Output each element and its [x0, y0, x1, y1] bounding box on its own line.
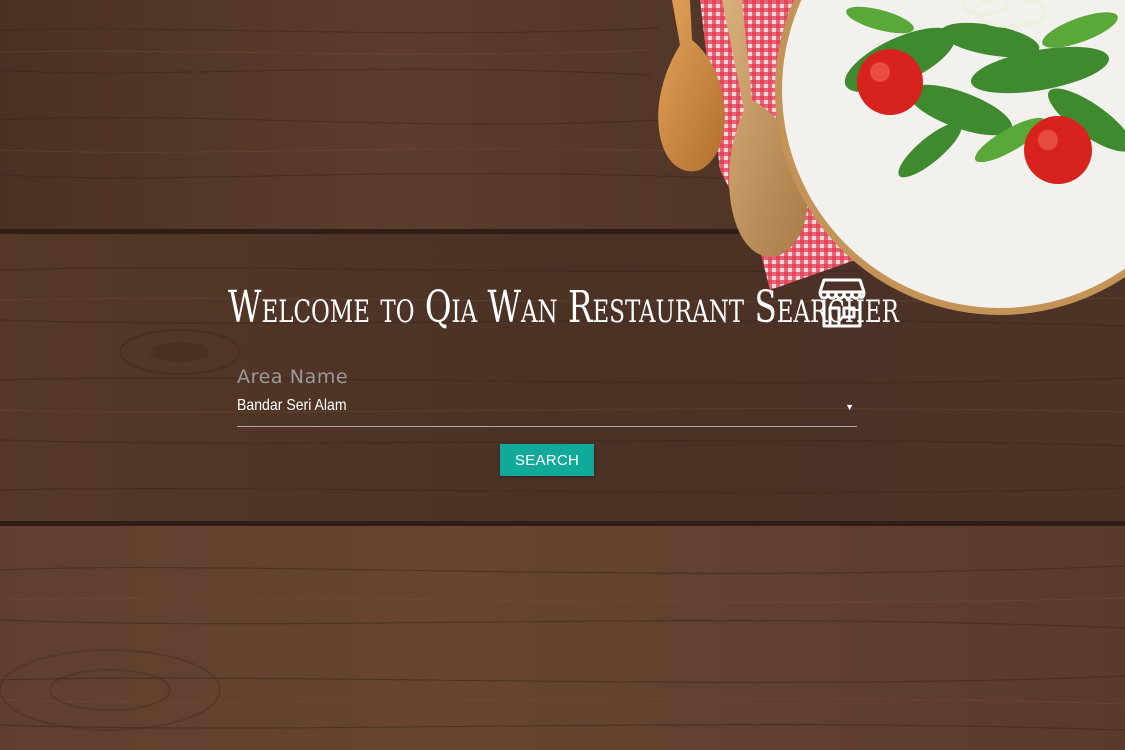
search-button[interactable]: SEARCH [500, 444, 594, 476]
area-name-label: Area Name [237, 366, 349, 388]
area-name-selected-value: Bandar Seri Alam [237, 397, 347, 414]
caret-down-icon[interactable]: ▼ [845, 402, 854, 412]
search-panel: Welcome to Qia Wan Restaurant Searcher A… [0, 0, 1125, 750]
store-icon [818, 276, 866, 330]
title-row: Welcome to Qia Wan Restaurant Searcher [228, 272, 899, 342]
area-name-select[interactable]: Bandar Seri Alam ▼ [237, 394, 857, 427]
page-title: Welcome to Qia Wan Restaurant Searcher [228, 281, 899, 333]
